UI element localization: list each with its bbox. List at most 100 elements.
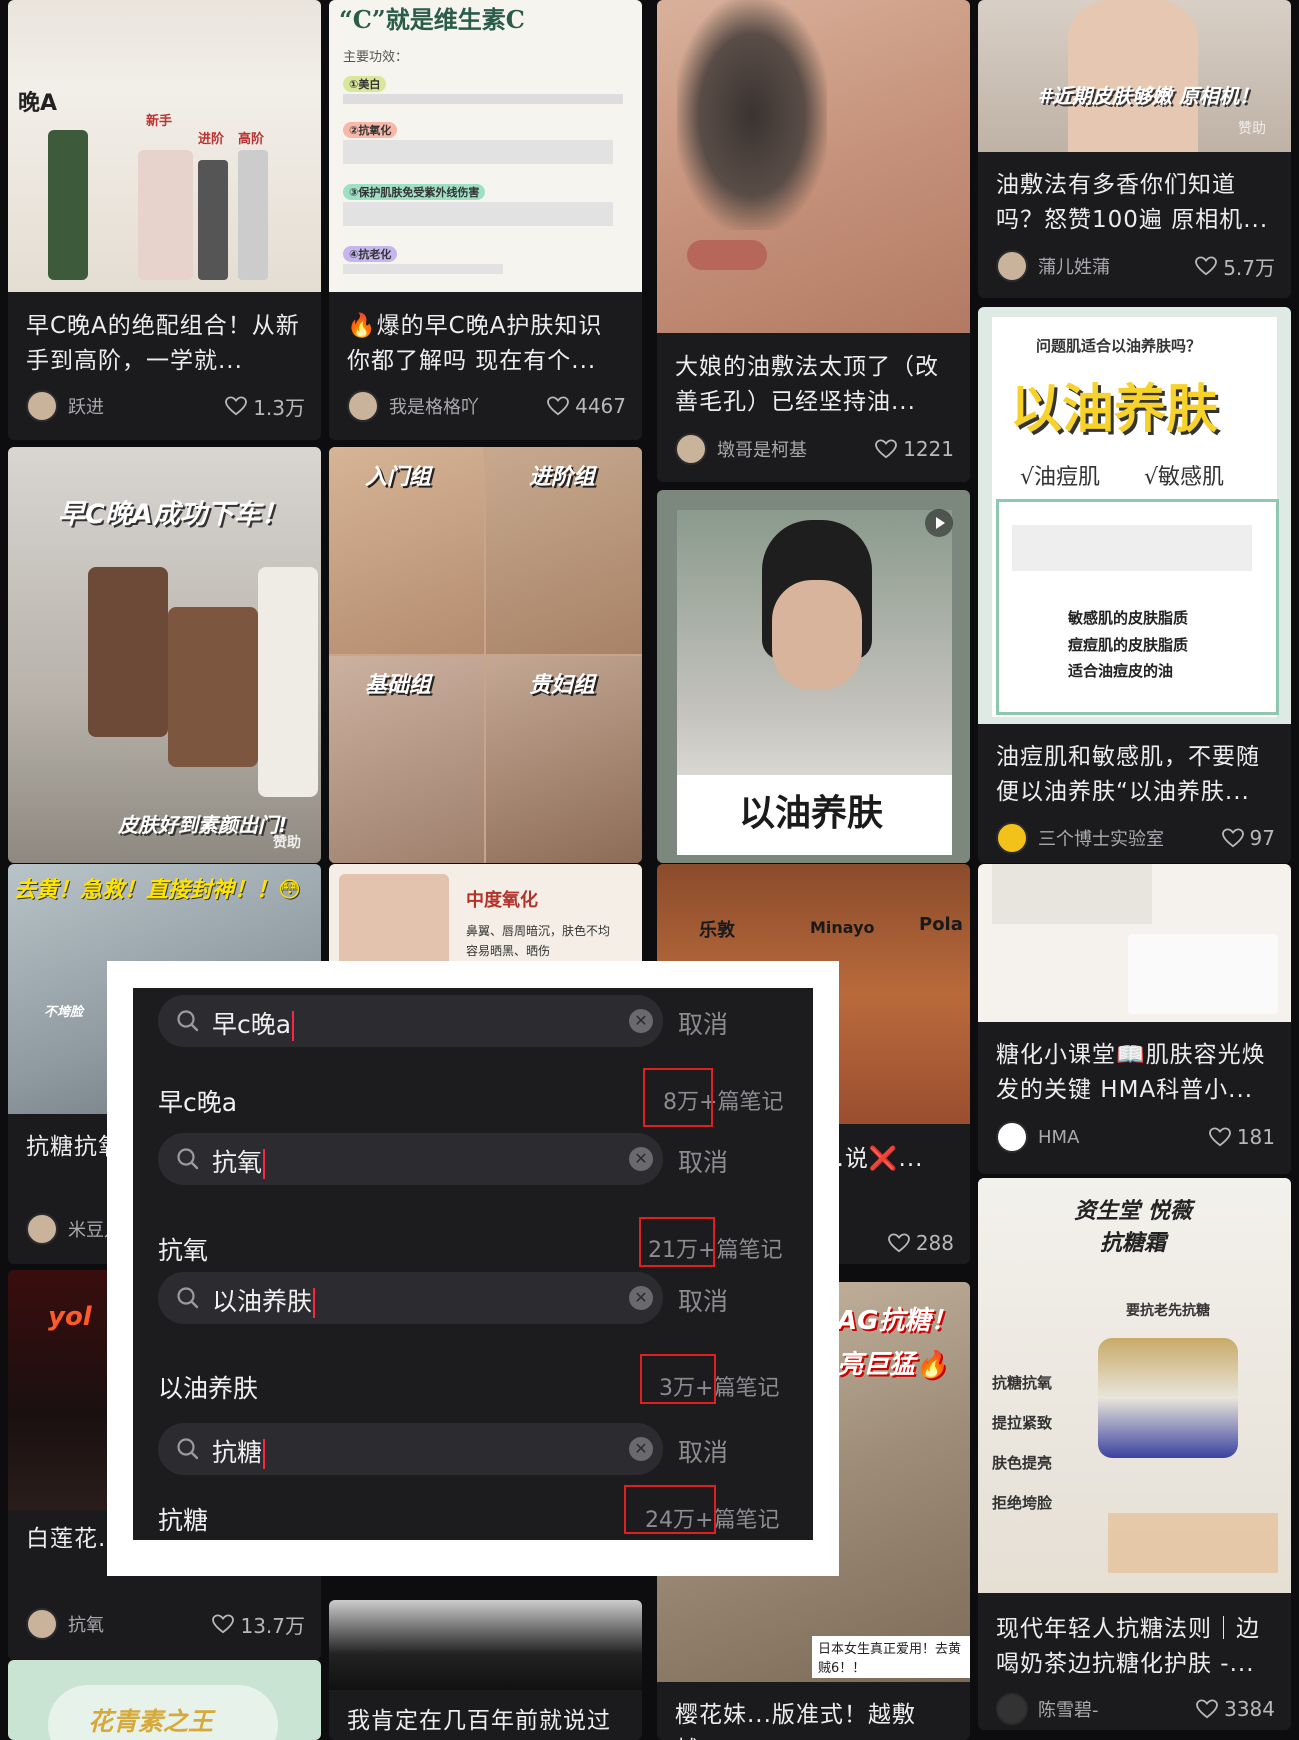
note-cover-image: 中度氧化 鼻翼、唇周暗沉，肤色不均 容易晒黑、晒伤 [329,864,642,974]
play-icon [925,509,953,537]
note-card[interactable]: “C”就是维生素C 主要功效： ①美白 ②抗氧化 ③保护肌肤免受紫外线伤害 ④抗… [329,0,642,440]
search-input[interactable]: 抗氧 [212,1143,266,1179]
cancel-button[interactable]: 取消 [678,1005,728,1041]
search-bar[interactable]: 以油养肤 ✕ [158,1272,663,1324]
clear-icon[interactable]: ✕ [629,1009,653,1033]
cover-text: AG抗糖！ [837,1306,957,1336]
like-count: 3384 [1224,1697,1275,1721]
like-button[interactable]: 1221 [875,437,954,461]
cover-text: 资生堂 悦薇抗糖霜 [1074,1199,1192,1256]
search-icon [177,1010,199,1032]
avatar[interactable] [996,250,1028,282]
like-count: 181 [1236,1125,1275,1149]
like-button[interactable]: 5.7万 [1195,252,1275,281]
highlight-box [643,1068,713,1127]
author-name[interactable]: 蒲儿姓蒲 [1038,253,1110,279]
note-card[interactable]: 入门组 进阶组 基础组 贵妇组 [329,447,642,863]
search-bar[interactable]: 抗氧 ✕ [158,1133,663,1185]
cover-text: 花青素之王 [88,1707,214,1736]
suggestion-term[interactable]: 抗氧 [158,1231,208,1267]
like-count: 4467 [575,394,626,418]
note-card[interactable]: 大娘的油敷法太顶了（改善毛孔）已经坚持油... 墩哥是柯基 1221 [657,0,970,482]
note-card[interactable]: 早C晚A成功下车！ 皮肤好到素颜出门! 赞助 [8,447,321,863]
search-input[interactable]: 早c晚a [212,1005,295,1041]
note-card[interactable]: 晚A 新手 进阶 高阶 早C晚A的绝配组合！从新手到高阶，一学就... 跃进 1… [8,0,321,440]
suggestion-term[interactable]: 抗糖 [158,1501,208,1537]
search-icon [177,1148,199,1170]
like-button[interactable]: 13.7万 [212,1610,305,1639]
like-count: 1221 [903,437,954,461]
note-title: 大娘的油敷法太顶了（改善毛孔）已经坚持油... [675,354,939,415]
heart-icon [875,439,898,459]
author-name[interactable]: 三个博士实验室 [1038,825,1164,851]
note-card[interactable]: 以油养肤 [657,490,970,863]
note-card[interactable]: 糖化小课堂📖肌肤容光焕发的关键 HMA科普小... HMA 181 [978,864,1291,1174]
author-name[interactable]: 跃进 [68,393,104,419]
avatar[interactable] [996,1693,1028,1725]
note-cover-image: 问题肌适合以油养肤吗？ 以油养肤 √油痘肌 √敏感肌 敏感肌的皮肤脂质 痘痘肌的… [978,307,1291,724]
suggestion-term[interactable]: 早c晚a [158,1083,237,1119]
note-cover-image [978,864,1291,1022]
note-card[interactable]: #近期皮肤够嫩 原相机！ 赞助 油敷法有多香你们知道吗？怒赞100遍 原相机..… [978,0,1291,298]
avatar[interactable] [996,822,1028,854]
search-bar[interactable]: 早c晚a ✕ [158,995,663,1047]
highlight-box [639,1217,715,1267]
note-card[interactable]: 中度氧化 鼻翼、唇周暗沉，肤色不均 容易晒黑、晒伤 [329,864,642,974]
like-button[interactable]: 1.3万 [225,392,305,421]
like-button[interactable]: 181 [1208,1125,1275,1149]
cover-text: “C”就是维生素C [339,5,525,34]
like-button[interactable]: 3384 [1196,1697,1275,1721]
suggestion-term[interactable]: 以油养肤 [158,1369,258,1405]
avatar[interactable] [26,1213,58,1245]
cancel-button[interactable]: 取消 [678,1282,728,1318]
heart-icon [1221,828,1244,848]
avatar[interactable] [996,1121,1028,1153]
author-name[interactable]: 陈雪碧- [1038,1696,1099,1722]
like-count: 288 [915,1231,954,1255]
avatar[interactable] [26,1608,58,1640]
clear-icon[interactable]: ✕ [629,1286,653,1310]
note-card[interactable]: 花青素之王 [8,1660,321,1740]
heart-icon [1195,256,1218,276]
like-button[interactable]: 288 [887,1231,954,1255]
heart-icon [212,1614,235,1634]
cover-text: 乐敦 [699,920,735,941]
avatar[interactable] [347,390,379,422]
search-input[interactable]: 以油养肤 [212,1282,316,1318]
search-panel: 早c晚a ✕ 取消 早c晚a 8万+篇笔记 抗氧 ✕ 取消 抗氧 21万+篇笔记… [133,988,813,1540]
like-button[interactable]: 97 [1221,826,1275,850]
note-title: 我肯定在几百年前就说过 [347,1708,611,1734]
like-count: 5.7万 [1223,255,1275,280]
clear-icon[interactable]: ✕ [629,1437,653,1461]
note-title: 糖化小课堂📖肌肤容光焕发的关键 HMA科普小... [996,1042,1266,1103]
cover-text: yol [48,1302,92,1332]
like-count: 97 [1249,826,1275,850]
author-name[interactable]: 墩哥是柯基 [717,436,807,462]
search-input[interactable]: 抗糖 [212,1433,266,1469]
note-card[interactable]: 资生堂 悦薇抗糖霜 要抗老先抗糖 抗糖抗氧 提拉紧致 肤色提亮 拒绝垮脸 现代年… [978,1178,1291,1730]
note-title: 早C晚A的绝配组合！从新手到高阶，一学就... [26,313,300,374]
note-cover-image: 以油养肤 [657,490,970,863]
note-cover-image: 花青素之王 [8,1660,321,1740]
cancel-button[interactable]: 取消 [678,1143,728,1179]
note-card[interactable]: 问题肌适合以油养肤吗？ 以油养肤 √油痘肌 √敏感肌 敏感肌的皮肤脂质 痘痘肌的… [978,307,1291,863]
text-caret [292,1011,295,1041]
avatar[interactable] [675,433,707,465]
cancel-button[interactable]: 取消 [678,1433,728,1469]
heart-icon [1208,1127,1231,1147]
search-bar[interactable]: 抗糖 ✕ [158,1423,663,1475]
note-card[interactable]: 我肯定在几百年前就说过 [329,1600,642,1740]
note-cover-image [329,1600,642,1690]
note-title: 油痘肌和敏感肌，不要随便以油养肤“以油养肤... [996,744,1260,805]
heart-icon [1196,1699,1219,1719]
heart-icon [547,396,570,416]
author-name[interactable]: 我是格格吖 [389,393,479,419]
author-name[interactable]: HMA [1038,1127,1079,1148]
cover-text: 以油养肤 [739,793,884,834]
clear-icon[interactable]: ✕ [629,1147,653,1171]
like-button[interactable]: 4467 [547,394,626,418]
avatar[interactable] [26,390,58,422]
search-icon [177,1287,199,1309]
heart-icon [887,1233,910,1253]
author-name[interactable]: 抗氧 [68,1611,104,1637]
